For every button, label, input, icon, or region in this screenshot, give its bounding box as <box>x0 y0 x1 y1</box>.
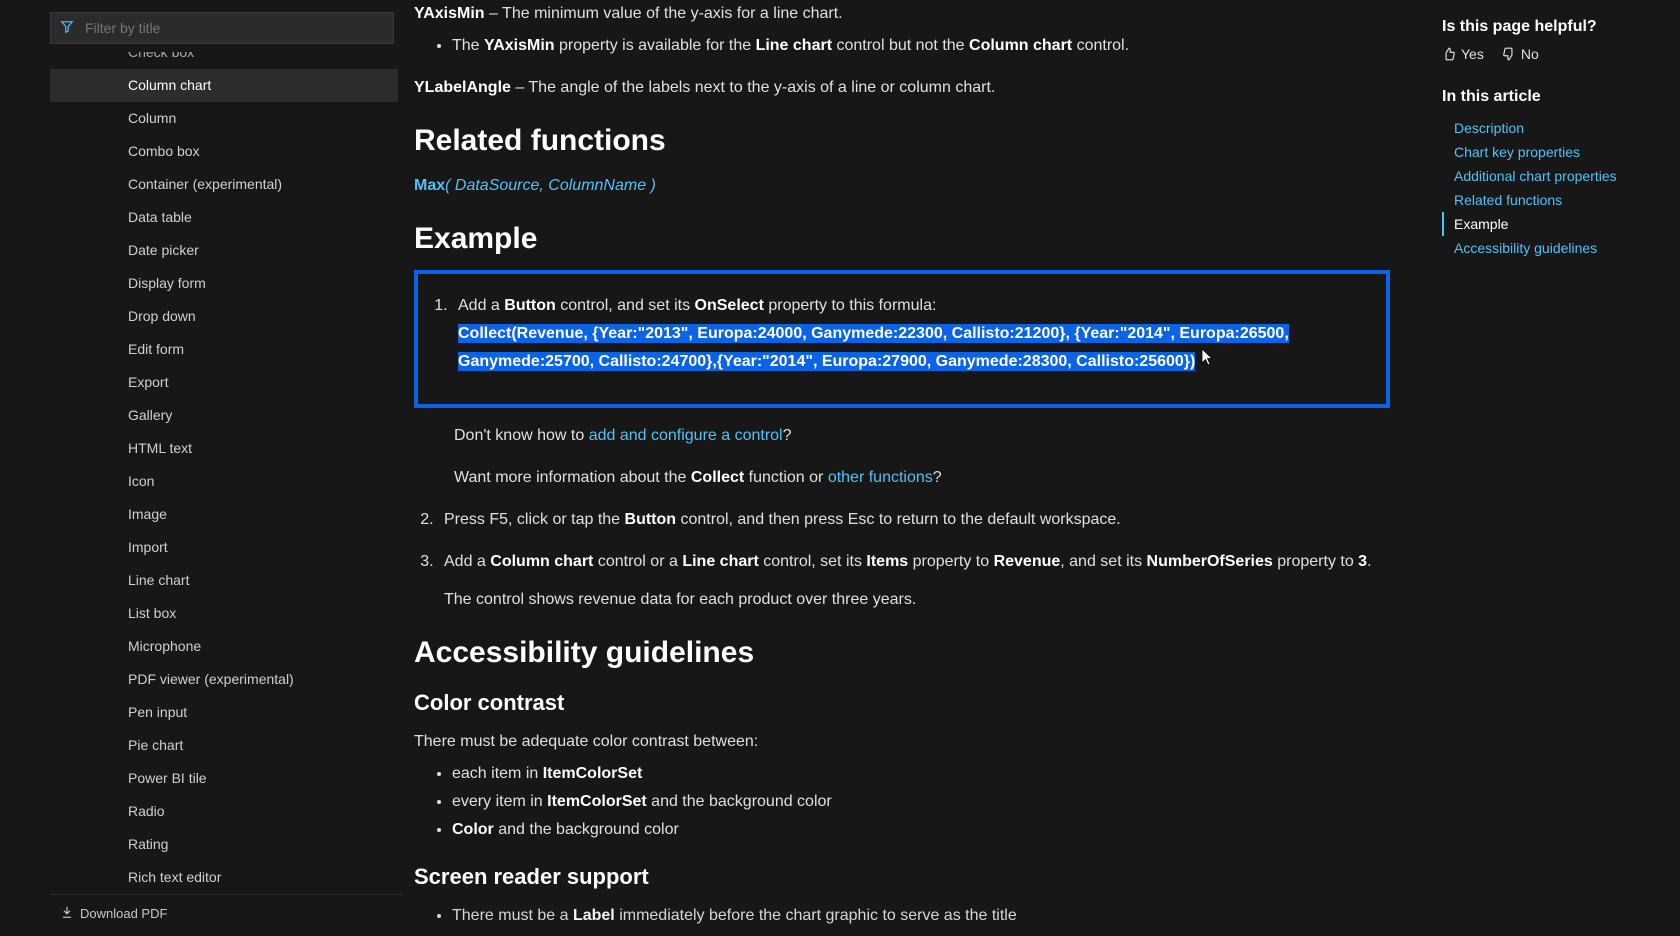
nav-item[interactable]: Icon <box>50 465 398 498</box>
nav-item[interactable]: Data table <box>50 201 398 234</box>
download-icon <box>60 905 74 922</box>
helpful-no[interactable]: No <box>1502 46 1539 62</box>
heading-color-contrast: Color contrast <box>414 690 1390 716</box>
link-add-configure-control[interactable]: add and configure a control <box>589 427 783 444</box>
download-pdf[interactable]: Download PDF <box>50 894 402 936</box>
download-pdf-label: Download PDF <box>80 906 167 921</box>
nav-list[interactable]: Check boxColumn chartColumnCombo boxCont… <box>50 52 402 894</box>
nav-item[interactable]: Microphone <box>50 630 398 663</box>
nav-item[interactable]: Rich text editor <box>50 861 398 894</box>
contrast-item-1: each item in ItemColorSet <box>452 760 1390 788</box>
heading-example: Example <box>414 222 1390 256</box>
nav-item[interactable]: Column chart <box>50 69 398 102</box>
nav-item[interactable]: Display form <box>50 267 398 300</box>
filter-input[interactable] <box>50 12 394 44</box>
nav-item[interactable]: Rating <box>50 828 398 861</box>
heading-related-functions: Related functions <box>414 124 1390 158</box>
right-column: Is this page helpful? Yes No In this art… <box>1430 0 1680 936</box>
in-this-article-heading: In this article <box>1442 88 1650 106</box>
toc-item[interactable]: Accessibility guidelines <box>1442 236 1650 260</box>
nav-item[interactable]: PDF viewer (experimental) <box>50 663 398 696</box>
property-ylabelangle: YLabelAngle – The angle of the labels ne… <box>414 74 1390 102</box>
sidebar: Check boxColumn chartColumnCombo boxCont… <box>0 0 402 936</box>
link-onselect[interactable]: OnSelect <box>695 297 764 314</box>
link-collect[interactable]: Collect <box>691 469 744 486</box>
nav-item[interactable]: Pen input <box>50 696 398 729</box>
link-color[interactable]: Color <box>452 821 494 838</box>
highlight-box: Add a Button control, and set its OnSele… <box>414 270 1390 408</box>
related-fn-max: Max( DataSource, ColumnName ) <box>414 172 1390 200</box>
filter-box <box>50 12 394 44</box>
nav-item[interactable]: List box <box>50 597 398 630</box>
link-items[interactable]: Items <box>866 553 908 570</box>
filter-icon <box>60 20 74 37</box>
nav-item[interactable]: Pie chart <box>50 729 398 762</box>
example-formula: Collect(Revenue, {Year:"2013", Europa:24… <box>458 324 1289 371</box>
nav-item[interactable]: Check box <box>50 52 398 69</box>
article-body: YAxisMin – The minimum value of the y-ax… <box>402 0 1430 936</box>
nav-item[interactable]: Drop down <box>50 300 398 333</box>
toc-item[interactable]: Chart key properties <box>1442 140 1650 164</box>
toc-item[interactable]: Example <box>1442 212 1650 236</box>
nav-item[interactable]: Import <box>50 531 398 564</box>
nav-item[interactable]: Image <box>50 498 398 531</box>
nav-item[interactable]: Gallery <box>50 399 398 432</box>
heading-screen-reader: Screen reader support <box>414 864 1390 890</box>
example-moreinfo: Want more information about the Collect … <box>454 464 1390 492</box>
contrast-item-3: Color and the background color <box>452 816 1390 844</box>
helpful-yes[interactable]: Yes <box>1442 46 1484 62</box>
toc-item[interactable]: Related functions <box>1442 188 1650 212</box>
toc-list: DescriptionChart key propertiesAdditiona… <box>1442 116 1650 260</box>
toc-item[interactable]: Description <box>1442 116 1650 140</box>
example-step-2: Press F5, click or tap the Button contro… <box>438 506 1390 534</box>
link-label[interactable]: Label <box>573 907 615 924</box>
contrast-item-2: every item in ItemColorSet and the backg… <box>452 788 1390 816</box>
nav-item[interactable]: Edit form <box>50 333 398 366</box>
link-other-functions[interactable]: other functions <box>828 469 933 486</box>
nav-item[interactable]: Column <box>50 102 398 135</box>
nav-item[interactable]: Date picker <box>50 234 398 267</box>
nav-item[interactable]: Line chart <box>50 564 398 597</box>
nav-item[interactable]: Radio <box>50 795 398 828</box>
example-step-1: Add a Button control, and set its OnSele… <box>452 292 1374 376</box>
color-contrast-intro: There must be adequate color contrast be… <box>414 728 1390 756</box>
thumbs-up-icon <box>1442 47 1456 61</box>
helpful-heading: Is this page helpful? <box>1442 18 1650 36</box>
toc-item[interactable]: Additional chart properties <box>1442 164 1650 188</box>
thumbs-down-icon <box>1502 47 1516 61</box>
yaxismin-note: The YAxisMin property is available for t… <box>452 32 1390 60</box>
heading-accessibility: Accessibility guidelines <box>414 636 1390 670</box>
cursor-icon <box>1201 348 1215 366</box>
example-step-3: Add a Column chart control or a Line cha… <box>438 548 1390 614</box>
sr-item-1: There must be a Label immediately before… <box>452 902 1390 930</box>
example-dontknow: Don't know how to add and configure a co… <box>454 422 1390 450</box>
nav-item[interactable]: Power BI tile <box>50 762 398 795</box>
nav-item[interactable]: HTML text <box>50 432 398 465</box>
nav-item[interactable]: Combo box <box>50 135 398 168</box>
property-yaxismin: YAxisMin – The minimum value of the y-ax… <box>414 0 1390 28</box>
link-button-control[interactable]: Button <box>504 297 556 314</box>
helpful-row: Yes No <box>1442 46 1650 62</box>
link-button-control-2[interactable]: Button <box>625 511 677 528</box>
link-max[interactable]: Max <box>414 177 445 194</box>
nav-item[interactable]: Container (experimental) <box>50 168 398 201</box>
nav-item[interactable]: Export <box>50 366 398 399</box>
